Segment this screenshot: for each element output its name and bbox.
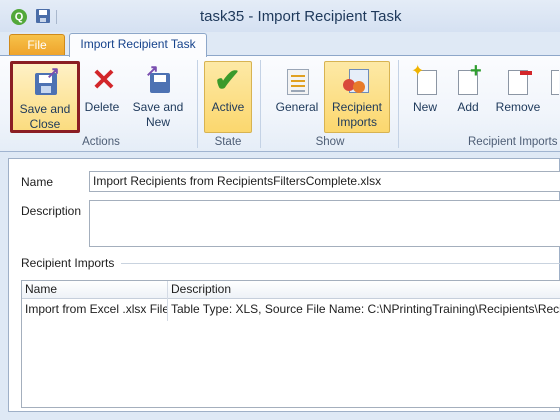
name-field[interactable]: Import Recipients from RecipientsFilters…	[89, 171, 560, 192]
group-separator	[398, 60, 399, 148]
quick-access-separator	[56, 10, 57, 24]
row-description-cell: Table Type: XLS, Source File Name: C:\NP…	[171, 302, 560, 316]
group-label-state: State	[214, 136, 242, 148]
general-document-icon	[281, 65, 313, 97]
add-label: Add	[457, 100, 479, 114]
save-and-new-label-2: New	[145, 115, 170, 129]
window-bottom-border	[0, 412, 560, 420]
delete-button[interactable]: ✕ Delete	[82, 61, 122, 133]
document-icon	[549, 65, 559, 97]
table-row[interactable]: Import from Excel .xlsx File Table Type:…	[22, 300, 560, 320]
delete-label: Delete	[84, 100, 120, 114]
general-button[interactable]: General	[270, 61, 324, 133]
save-and-close-icon: ↗	[29, 66, 61, 99]
recipient-imports-section-title: Recipient Imports	[21, 256, 115, 270]
active-button[interactable]: ✔ Active	[204, 61, 252, 133]
column-header-description[interactable]: Description	[168, 281, 560, 299]
quick-save-icon[interactable]	[36, 9, 50, 23]
window-title: task35 - Import Recipient Task	[200, 8, 402, 25]
save-and-close-label-2: Close	[29, 117, 61, 131]
add-button[interactable]: + Add	[448, 61, 488, 133]
recipient-imports-label-2: Imports	[336, 115, 377, 129]
partial-ribbon-button[interactable]	[548, 61, 560, 133]
tab-import-recipient-task[interactable]: Import Recipient Task	[69, 33, 207, 57]
group-separator	[260, 60, 261, 148]
grid-header: Name Description	[22, 281, 560, 299]
ribbon: ↗ Save and Close ✕ Delete ↗ Save and New…	[0, 55, 560, 152]
active-label: Active	[211, 100, 245, 114]
new-document-icon: ✦	[409, 64, 441, 97]
ribbon-tabs: File Import Recipient Task	[0, 32, 560, 57]
recipient-imports-grid: Name Description Import from Excel .xlsx…	[21, 280, 560, 408]
tab-file[interactable]: File	[9, 34, 65, 56]
save-and-new-label-1: Save and	[132, 100, 184, 114]
remove-button[interactable]: Remove	[492, 61, 544, 133]
save-and-new-icon: ↗	[142, 64, 174, 97]
save-and-close-label-1: Save and	[19, 102, 71, 116]
save-and-close-button[interactable]: ↗ Save and Close	[10, 61, 80, 133]
group-label-show: Show	[315, 136, 345, 148]
task-form: Name Import Recipients from RecipientsFi…	[8, 158, 560, 412]
remove-label: Remove	[495, 100, 541, 114]
group-label-recipient-imports: Recipient Imports	[468, 136, 558, 148]
delete-icon: ✕	[91, 64, 117, 97]
new-label: New	[412, 100, 437, 114]
description-label: Description	[21, 204, 82, 218]
column-header-name[interactable]: Name	[22, 281, 168, 299]
section-divider	[121, 263, 560, 264]
qlik-app-icon[interactable]: Q	[11, 9, 27, 25]
recipient-imports-icon	[341, 65, 373, 97]
recipient-imports-button[interactable]: Recipient Imports	[324, 61, 390, 133]
group-label-actions: Actions	[82, 136, 120, 148]
row-name-cell: Import from Excel .xlsx File	[25, 302, 167, 316]
recipient-imports-label-1: Recipient	[331, 100, 383, 114]
checkmark-icon: ✔	[214, 62, 241, 98]
description-field[interactable]	[89, 200, 560, 247]
add-document-icon: +	[452, 61, 484, 97]
general-label: General	[275, 100, 319, 114]
group-separator	[197, 60, 198, 148]
save-and-new-button[interactable]: ↗ Save and New	[128, 61, 188, 133]
title-bar: Q task35 - Import Recipient Task	[0, 0, 560, 32]
new-button[interactable]: ✦ New	[404, 61, 446, 133]
remove-document-icon	[502, 65, 534, 97]
name-label: Name	[21, 175, 54, 189]
